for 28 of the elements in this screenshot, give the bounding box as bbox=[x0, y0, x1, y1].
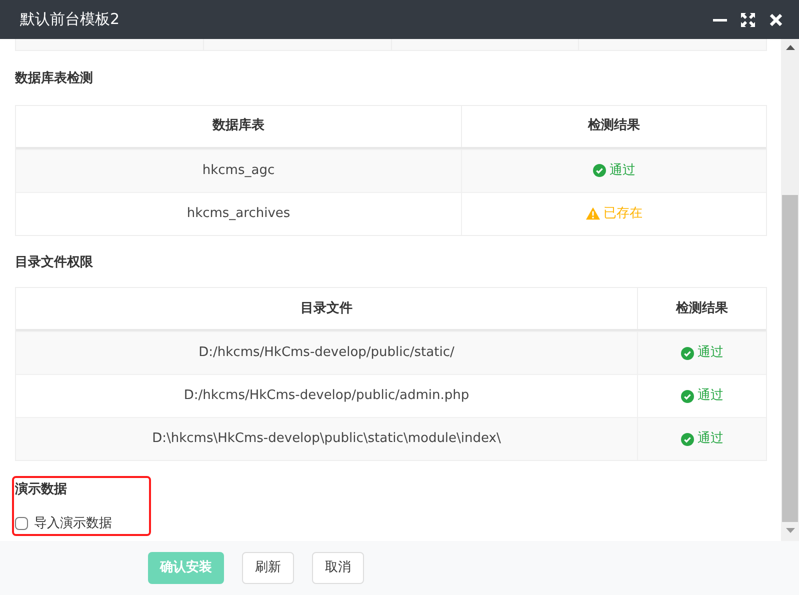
close-icon[interactable] bbox=[769, 12, 783, 26]
checkbox-label: 导入演示数据 bbox=[34, 514, 112, 532]
table-cell: D:\hkcms\HkCms-develop\public\static\module\index\ bbox=[16, 418, 638, 460]
scrollbar[interactable] bbox=[781, 39, 799, 541]
section-heading: 演示数据 bbox=[15, 480, 68, 499]
scroll-up-icon[interactable] bbox=[786, 45, 794, 50]
column-header: 检测结果 bbox=[586, 117, 641, 136]
window-title: 默认前台模板2 bbox=[20, 9, 121, 30]
action-button[interactable]: 刷新 bbox=[242, 552, 294, 584]
check-circle-icon bbox=[680, 346, 694, 360]
result-text: 通过 bbox=[698, 387, 724, 406]
result-text: 已存在 bbox=[604, 204, 642, 223]
column-header: 检测结果 bbox=[674, 300, 729, 318]
warning-icon bbox=[586, 207, 600, 220]
section-heading: 数据库表检测 bbox=[15, 70, 94, 88]
table-cell: hkcms_archives bbox=[16, 192, 462, 234]
result-text: 通过 bbox=[610, 162, 636, 180]
check-circle-icon bbox=[592, 164, 606, 177]
action-button[interactable]: 取消 bbox=[312, 552, 364, 584]
result-text: 通过 bbox=[698, 430, 724, 448]
column-header: 目录文件 bbox=[16, 288, 638, 329]
result-text: 通过 bbox=[698, 344, 724, 362]
section-heading: 目录文件权限 bbox=[15, 254, 94, 272]
column-header: 数据库表 bbox=[16, 106, 462, 146]
check-circle-icon bbox=[680, 432, 694, 446]
checkbox[interactable] bbox=[15, 516, 28, 530]
check-circle-icon bbox=[680, 390, 694, 402]
maximize-icon[interactable] bbox=[741, 12, 755, 26]
